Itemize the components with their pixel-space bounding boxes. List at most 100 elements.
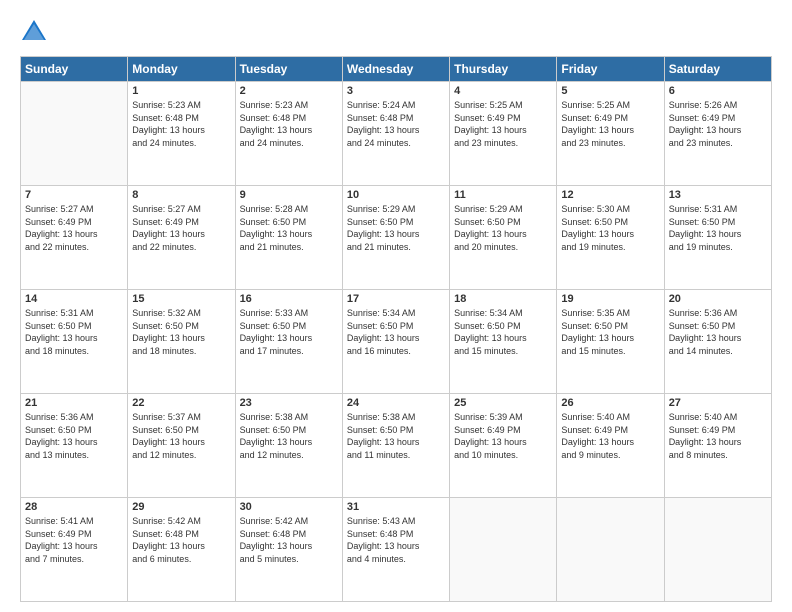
calendar-header-wednesday: Wednesday [342, 57, 449, 82]
day-info: Sunrise: 5:40 AMSunset: 6:49 PMDaylight:… [561, 411, 659, 461]
day-number: 1 [132, 85, 230, 97]
day-number: 19 [561, 293, 659, 305]
day-info: Sunrise: 5:36 AMSunset: 6:50 PMDaylight:… [669, 307, 767, 357]
day-number: 18 [454, 293, 552, 305]
calendar-cell: 10 Sunrise: 5:29 AMSunset: 6:50 PMDayligh… [342, 186, 449, 290]
day-number: 5 [561, 85, 659, 97]
day-info: Sunrise: 5:36 AMSunset: 6:50 PMDaylight:… [25, 411, 123, 461]
calendar-header-row: SundayMondayTuesdayWednesdayThursdayFrid… [21, 57, 772, 82]
day-number: 11 [454, 189, 552, 201]
day-number: 15 [132, 293, 230, 305]
day-info: Sunrise: 5:43 AMSunset: 6:48 PMDaylight:… [347, 515, 445, 565]
calendar-week-row: 1 Sunrise: 5:23 AMSunset: 6:48 PMDaylight… [21, 82, 772, 186]
calendar-cell: 6 Sunrise: 5:26 AMSunset: 6:49 PMDaylight… [664, 82, 771, 186]
calendar-cell: 2 Sunrise: 5:23 AMSunset: 6:48 PMDaylight… [235, 82, 342, 186]
day-info: Sunrise: 5:29 AMSunset: 6:50 PMDaylight:… [347, 203, 445, 253]
day-number: 31 [347, 501, 445, 513]
day-number: 6 [669, 85, 767, 97]
day-number: 26 [561, 397, 659, 409]
calendar-cell: 20 Sunrise: 5:36 AMSunset: 6:50 PMDayligh… [664, 290, 771, 394]
day-info: Sunrise: 5:25 AMSunset: 6:49 PMDaylight:… [561, 99, 659, 149]
calendar-cell [450, 498, 557, 602]
day-info: Sunrise: 5:31 AMSunset: 6:50 PMDaylight:… [25, 307, 123, 357]
day-info: Sunrise: 5:37 AMSunset: 6:50 PMDaylight:… [132, 411, 230, 461]
day-info: Sunrise: 5:27 AMSunset: 6:49 PMDaylight:… [25, 203, 123, 253]
day-info: Sunrise: 5:24 AMSunset: 6:48 PMDaylight:… [347, 99, 445, 149]
calendar-cell: 9 Sunrise: 5:28 AMSunset: 6:50 PMDaylight… [235, 186, 342, 290]
day-number: 27 [669, 397, 767, 409]
day-info: Sunrise: 5:34 AMSunset: 6:50 PMDaylight:… [347, 307, 445, 357]
calendar-cell: 21 Sunrise: 5:36 AMSunset: 6:50 PMDayligh… [21, 394, 128, 498]
calendar-cell: 29 Sunrise: 5:42 AMSunset: 6:48 PMDayligh… [128, 498, 235, 602]
logo [20, 18, 52, 46]
calendar-cell: 24 Sunrise: 5:38 AMSunset: 6:50 PMDayligh… [342, 394, 449, 498]
calendar-header-monday: Monday [128, 57, 235, 82]
day-number: 20 [669, 293, 767, 305]
calendar-cell: 5 Sunrise: 5:25 AMSunset: 6:49 PMDaylight… [557, 82, 664, 186]
logo-icon [20, 18, 48, 46]
calendar-table: SundayMondayTuesdayWednesdayThursdayFrid… [20, 56, 772, 602]
calendar-cell: 7Sunrise: 5:27 AMSunset: 6:49 PMDaylight… [21, 186, 128, 290]
day-number: 4 [454, 85, 552, 97]
calendar-header-tuesday: Tuesday [235, 57, 342, 82]
day-number: 14 [25, 293, 123, 305]
day-info: Sunrise: 5:27 AMSunset: 6:49 PMDaylight:… [132, 203, 230, 253]
day-number: 23 [240, 397, 338, 409]
calendar-header-friday: Friday [557, 57, 664, 82]
day-number: 29 [132, 501, 230, 513]
calendar-week-row: 7Sunrise: 5:27 AMSunset: 6:49 PMDaylight… [21, 186, 772, 290]
calendar-cell: 11 Sunrise: 5:29 AMSunset: 6:50 PMDayligh… [450, 186, 557, 290]
day-number: 30 [240, 501, 338, 513]
calendar-cell: 1 Sunrise: 5:23 AMSunset: 6:48 PMDaylight… [128, 82, 235, 186]
day-info: Sunrise: 5:38 AMSunset: 6:50 PMDaylight:… [347, 411, 445, 461]
day-info: Sunrise: 5:42 AMSunset: 6:48 PMDaylight:… [132, 515, 230, 565]
calendar-cell: 27Sunrise: 5:40 AMSunset: 6:49 PMDayligh… [664, 394, 771, 498]
day-number: 13 [669, 189, 767, 201]
day-info: Sunrise: 5:31 AMSunset: 6:50 PMDaylight:… [669, 203, 767, 253]
day-info: Sunrise: 5:30 AMSunset: 6:50 PMDaylight:… [561, 203, 659, 253]
calendar-cell: 23 Sunrise: 5:38 AMSunset: 6:50 PMDayligh… [235, 394, 342, 498]
day-number: 9 [240, 189, 338, 201]
calendar-header-saturday: Saturday [664, 57, 771, 82]
day-info: Sunrise: 5:23 AMSunset: 6:48 PMDaylight:… [240, 99, 338, 149]
calendar-cell: 3 Sunrise: 5:24 AMSunset: 6:48 PMDaylight… [342, 82, 449, 186]
calendar-cell [21, 82, 128, 186]
calendar-week-row: 14 Sunrise: 5:31 AMSunset: 6:50 PMDayligh… [21, 290, 772, 394]
calendar-cell: 19Sunrise: 5:35 AMSunset: 6:50 PMDayligh… [557, 290, 664, 394]
day-info: Sunrise: 5:34 AMSunset: 6:50 PMDaylight:… [454, 307, 552, 357]
calendar-week-row: 21 Sunrise: 5:36 AMSunset: 6:50 PMDayligh… [21, 394, 772, 498]
day-info: Sunrise: 5:39 AMSunset: 6:49 PMDaylight:… [454, 411, 552, 461]
calendar-cell: 31 Sunrise: 5:43 AMSunset: 6:48 PMDayligh… [342, 498, 449, 602]
day-info: Sunrise: 5:23 AMSunset: 6:48 PMDaylight:… [132, 99, 230, 149]
calendar-cell: 17 Sunrise: 5:34 AMSunset: 6:50 PMDayligh… [342, 290, 449, 394]
day-number: 12 [561, 189, 659, 201]
day-info: Sunrise: 5:32 AMSunset: 6:50 PMDaylight:… [132, 307, 230, 357]
day-number: 16 [240, 293, 338, 305]
day-number: 22 [132, 397, 230, 409]
calendar-cell: 28Sunrise: 5:41 AMSunset: 6:49 PMDayligh… [21, 498, 128, 602]
day-number: 21 [25, 397, 123, 409]
day-number: 8 [132, 189, 230, 201]
day-number: 24 [347, 397, 445, 409]
calendar-cell [557, 498, 664, 602]
day-info: Sunrise: 5:33 AMSunset: 6:50 PMDaylight:… [240, 307, 338, 357]
calendar-cell: 30Sunrise: 5:42 AMSunset: 6:48 PMDayligh… [235, 498, 342, 602]
calendar-header-sunday: Sunday [21, 57, 128, 82]
calendar-week-row: 28Sunrise: 5:41 AMSunset: 6:49 PMDayligh… [21, 498, 772, 602]
calendar-cell: 8 Sunrise: 5:27 AMSunset: 6:49 PMDaylight… [128, 186, 235, 290]
calendar-cell: 18 Sunrise: 5:34 AMSunset: 6:50 PMDayligh… [450, 290, 557, 394]
calendar-header-thursday: Thursday [450, 57, 557, 82]
header [20, 18, 772, 46]
calendar-cell: 26 Sunrise: 5:40 AMSunset: 6:49 PMDayligh… [557, 394, 664, 498]
day-number: 3 [347, 85, 445, 97]
day-number: 28 [25, 501, 123, 513]
calendar-cell: 15 Sunrise: 5:32 AMSunset: 6:50 PMDayligh… [128, 290, 235, 394]
day-number: 2 [240, 85, 338, 97]
day-number: 10 [347, 189, 445, 201]
day-number: 17 [347, 293, 445, 305]
day-info: Sunrise: 5:29 AMSunset: 6:50 PMDaylight:… [454, 203, 552, 253]
calendar-cell: 16 Sunrise: 5:33 AMSunset: 6:50 PMDayligh… [235, 290, 342, 394]
day-info: Sunrise: 5:26 AMSunset: 6:49 PMDaylight:… [669, 99, 767, 149]
day-info: Sunrise: 5:28 AMSunset: 6:50 PMDaylight:… [240, 203, 338, 253]
day-info: Sunrise: 5:38 AMSunset: 6:50 PMDaylight:… [240, 411, 338, 461]
